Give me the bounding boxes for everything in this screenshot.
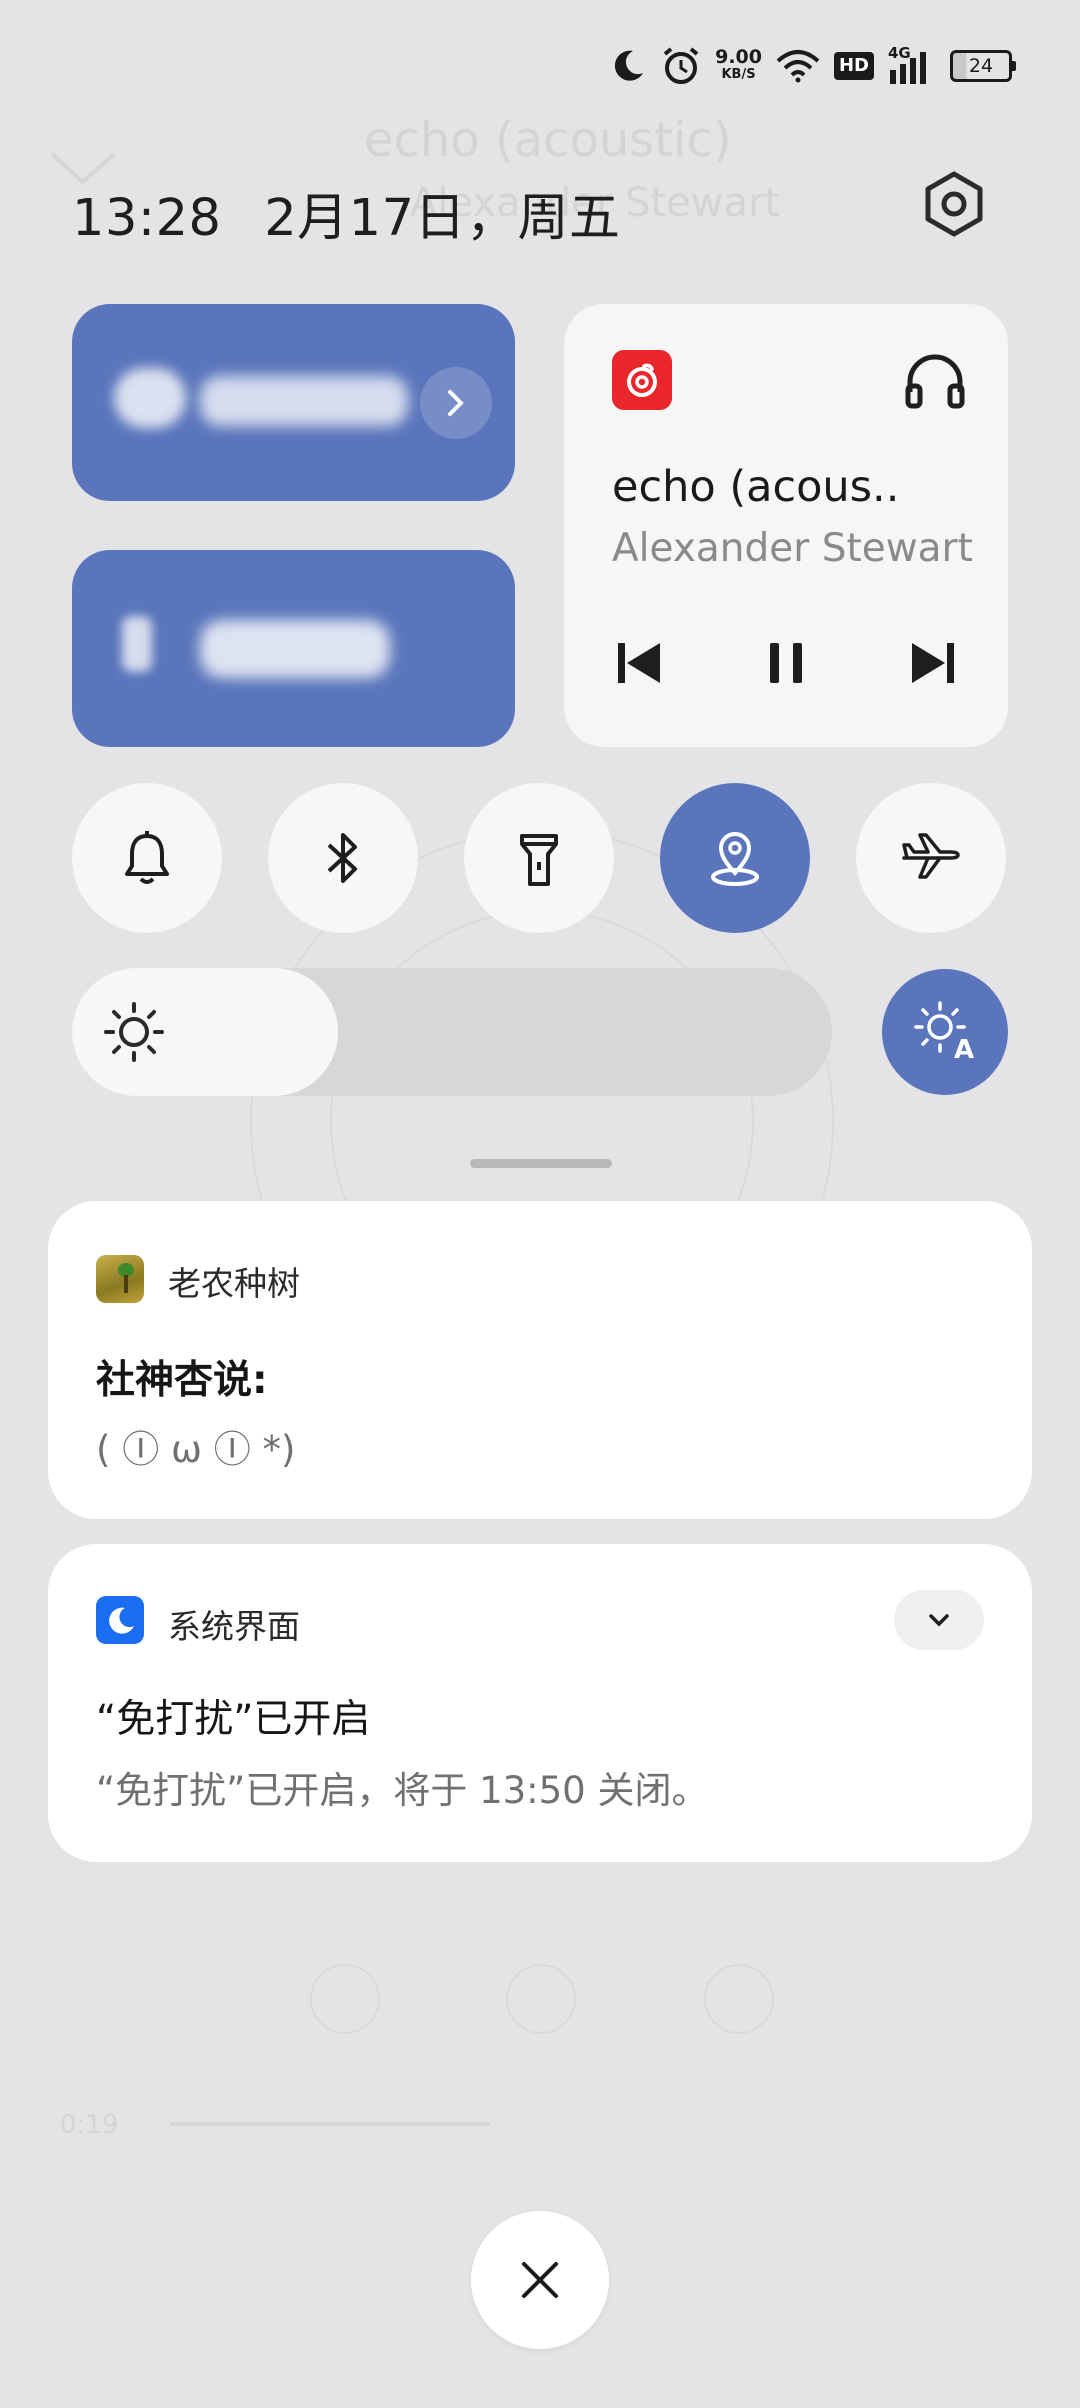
clock-time: 13:28 xyxy=(72,189,222,248)
net-speed-value: 9.00 xyxy=(715,46,762,68)
media-card[interactable]: echo (acous.. Alexander Stewart xyxy=(564,304,1008,747)
moon-icon xyxy=(615,50,644,81)
signal-icon: 4G xyxy=(888,44,936,84)
notification-card[interactable]: 系统界面 “免打扰”已开启 “免打扰”已开启，将于 13:50 关闭。 xyxy=(48,1544,1032,1862)
ring-mode-toggle[interactable] xyxy=(72,783,222,933)
expand-notification-button[interactable] xyxy=(894,1590,984,1650)
bluetooth-toggle[interactable] xyxy=(268,783,418,933)
net-speed-unit: KB/S xyxy=(721,67,756,82)
wifi-tile-label xyxy=(200,376,408,426)
settings-icon[interactable] xyxy=(920,170,988,238)
wifi-tile-expand-button[interactable] xyxy=(420,367,492,439)
notification-body: ( Ⓘ ω Ⓘ *) xyxy=(96,1428,296,1471)
mobile-data-tile[interactable] xyxy=(72,550,515,747)
wifi-icon xyxy=(776,50,820,83)
drag-handle[interactable] xyxy=(470,1159,612,1168)
network-type: 4G xyxy=(888,44,911,62)
flashlight-icon xyxy=(520,834,558,886)
dnd-app-icon xyxy=(96,1596,144,1644)
hd-icon: HD xyxy=(833,52,874,80)
location-icon xyxy=(711,832,759,886)
flashlight-toggle[interactable] xyxy=(464,783,614,933)
mobile-data-tile-icon xyxy=(122,616,152,672)
clear-all-button[interactable] xyxy=(471,2211,609,2349)
auto-brightness-label: A xyxy=(954,1035,975,1065)
location-toggle[interactable] xyxy=(660,783,810,933)
netease-music-icon xyxy=(612,350,672,410)
bg-button xyxy=(310,1964,380,2034)
notification-body: “免打扰”已开启，将于 13:50 关闭。 xyxy=(96,1769,709,1812)
bell-icon xyxy=(125,831,169,884)
chevron-down-icon xyxy=(929,1614,949,1627)
bg-button xyxy=(704,1964,774,2034)
net-speed: 9.00 KB/S xyxy=(715,48,762,84)
date-label: 2月17日，周五 xyxy=(264,189,621,248)
notification-app-name: 系统界面 xyxy=(168,1607,300,1646)
battery-level: 24 xyxy=(968,55,994,77)
brightness-slider[interactable] xyxy=(72,968,832,1096)
wifi-tile-icon xyxy=(114,368,186,428)
bg-elapsed: 0:19 xyxy=(60,2110,119,2140)
battery-icon: 24 xyxy=(950,50,1016,82)
bg-progress xyxy=(170,2122,490,2126)
auto-brightness-toggle[interactable]: A xyxy=(882,969,1008,1095)
previous-track-button[interactable] xyxy=(616,640,664,686)
next-track-button[interactable] xyxy=(908,640,956,686)
alarm-icon xyxy=(663,47,699,84)
media-artist: Alexander Stewart xyxy=(612,526,973,571)
airplane-icon xyxy=(902,833,960,879)
mobile-data-tile-label xyxy=(200,620,390,678)
media-title: echo (acous.. xyxy=(612,462,900,512)
farm-app-icon xyxy=(96,1255,144,1303)
notification-title: 社神杏说: xyxy=(96,1358,268,1403)
brightness-icon xyxy=(104,1002,164,1062)
bluetooth-icon xyxy=(327,833,357,883)
bg-button xyxy=(506,1964,576,2034)
headphones-icon[interactable] xyxy=(904,352,966,410)
notification-app-name: 老农种树 xyxy=(168,1264,300,1303)
wifi-tile[interactable] xyxy=(72,304,515,501)
pause-button[interactable] xyxy=(766,640,806,686)
notification-card[interactable]: 老农种树 社神杏说: ( Ⓘ ω Ⓘ *) xyxy=(48,1201,1032,1519)
bg-song-title: echo (acoustic) xyxy=(364,112,732,168)
close-icon xyxy=(522,2262,558,2298)
date-time: 13:28 2月17日，周五 xyxy=(72,176,621,250)
chevron-right-icon xyxy=(448,390,464,416)
airplane-mode-toggle[interactable] xyxy=(856,783,1006,933)
status-bar: 9.00 KB/S HD 4G 24 xyxy=(609,40,1016,92)
notification-title: “免打扰”已开启 xyxy=(96,1697,371,1742)
